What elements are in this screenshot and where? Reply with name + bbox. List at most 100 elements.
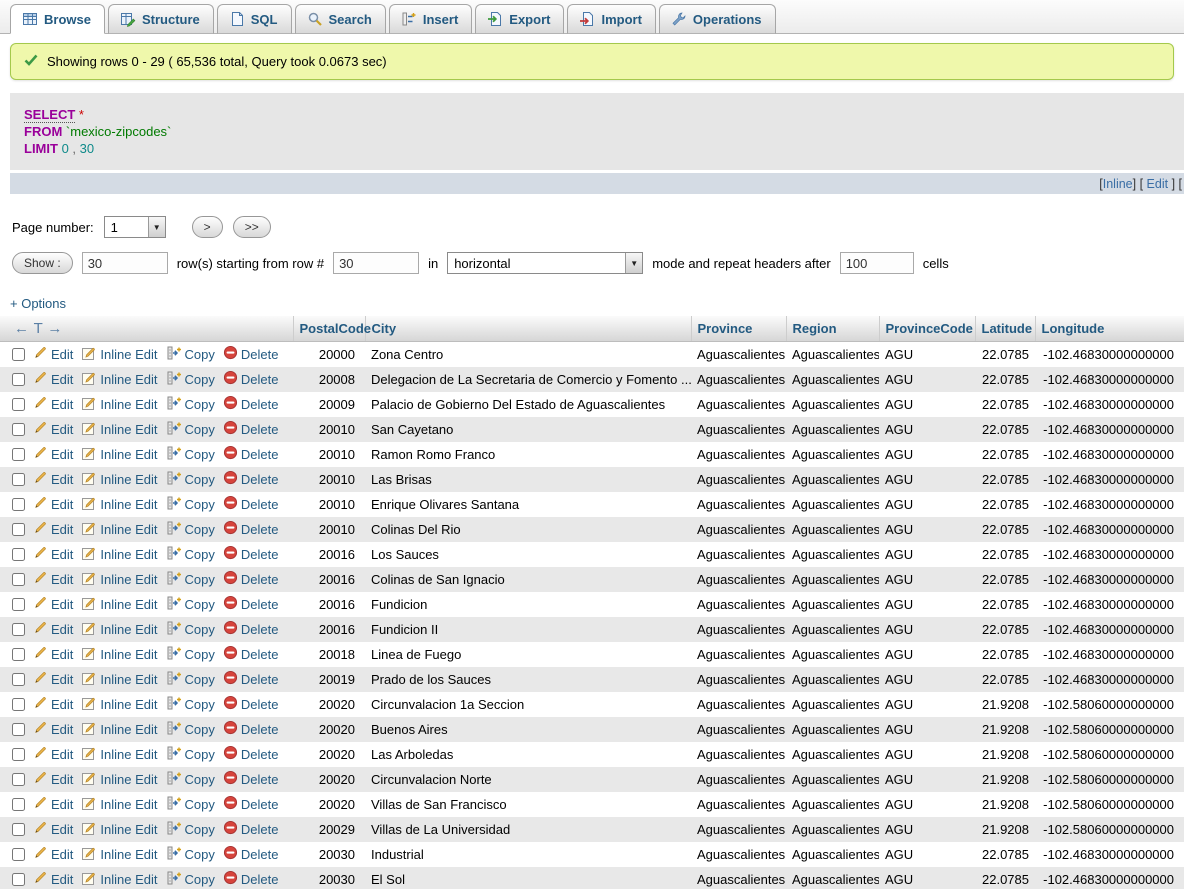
delete-link[interactable]: Delete [223,620,279,638]
inline-edit-link[interactable]: Inline Edit [81,570,157,589]
header-longitude[interactable]: Longitude [1035,316,1184,341]
inline-edit-link[interactable]: Inline Edit [81,620,157,639]
delete-link[interactable]: Delete [223,645,279,663]
inline-edit-link[interactable]: Inline Edit [81,395,157,414]
copy-link[interactable]: Copy [166,520,215,539]
delete-link[interactable]: Delete [223,345,279,363]
row-checkbox[interactable] [12,673,25,686]
tab-export[interactable]: Export [475,4,564,34]
edit-link[interactable]: Edit [33,720,73,738]
delete-link[interactable]: Delete [223,570,279,588]
row-checkbox[interactable] [12,723,25,736]
edit-link[interactable]: Edit [33,470,73,488]
copy-link[interactable]: Copy [166,720,215,739]
copy-link[interactable]: Copy [166,420,215,439]
swap-axis-icon[interactable]: T [34,320,44,337]
arrow-right-icon[interactable]: → [47,320,63,337]
tab-operations[interactable]: Operations [659,4,776,34]
edit-link[interactable]: Edit [33,795,73,813]
copy-link[interactable]: Copy [166,745,215,764]
copy-link[interactable]: Copy [166,870,215,889]
edit-link[interactable]: Edit [33,420,73,438]
last-page-button[interactable]: >> [233,216,271,238]
edit-link[interactable]: Edit [33,645,73,663]
inline-edit-link[interactable]: Inline Edit [81,520,157,539]
edit-link[interactable]: Edit [33,745,73,763]
delete-link[interactable]: Delete [223,595,279,613]
inline-edit-link[interactable]: Inline Edit [81,495,157,514]
header-region[interactable]: Region [786,316,879,341]
repeat-headers-input[interactable] [840,252,914,274]
row-checkbox[interactable] [12,548,25,561]
edit-link[interactable]: Edit [33,395,73,413]
edit-link[interactable]: Edit [33,845,73,863]
edit-link[interactable]: Edit [33,370,73,388]
copy-link[interactable]: Copy [166,795,215,814]
header-city[interactable]: City [365,316,691,341]
rows-count-input[interactable] [82,252,168,274]
tab-structure[interactable]: Structure [108,4,214,34]
delete-link[interactable]: Delete [223,470,279,488]
edit-link[interactable]: Edit [33,820,73,838]
edit-link[interactable]: Edit [33,695,73,713]
row-checkbox[interactable] [12,773,25,786]
edit-link[interactable]: Edit [33,520,73,538]
inline-edit-link[interactable]: Inline Edit [81,845,157,864]
delete-link[interactable]: Delete [223,845,279,863]
delete-link[interactable]: Delete [223,520,279,538]
inline-edit-link[interactable]: Inline Edit [81,745,157,764]
copy-link[interactable]: Copy [166,370,215,389]
edit-link[interactable]: Edit [33,495,73,513]
row-checkbox[interactable] [12,823,25,836]
options-toggle-link[interactable]: + Options [10,296,66,311]
inline-edit-link[interactable]: Inline Edit [81,445,157,464]
inline-edit-link[interactable]: Inline Edit [81,795,157,814]
edit-link[interactable]: Edit [33,620,73,638]
tab-search[interactable]: Search [295,4,386,34]
row-checkbox[interactable] [12,873,25,886]
row-checkbox[interactable] [12,473,25,486]
row-checkbox[interactable] [12,498,25,511]
delete-link[interactable]: Delete [223,870,279,888]
copy-link[interactable]: Copy [166,820,215,839]
inline-edit-link[interactable]: Inline Edit [81,720,157,739]
row-checkbox[interactable] [12,623,25,636]
row-checkbox[interactable] [12,373,25,386]
delete-link[interactable]: Delete [223,445,279,463]
delete-link[interactable]: Delete [223,720,279,738]
header-province[interactable]: Province [691,316,786,341]
tab-sql[interactable]: SQL [217,4,292,34]
copy-link[interactable]: Copy [166,845,215,864]
row-checkbox[interactable] [12,648,25,661]
show-button[interactable]: Show : [12,252,73,274]
copy-link[interactable]: Copy [166,620,215,639]
inline-edit-link[interactable]: Inline Edit [81,420,157,439]
copy-link[interactable]: Copy [166,670,215,689]
tab-browse[interactable]: Browse [10,4,105,34]
row-checkbox[interactable] [12,598,25,611]
copy-link[interactable]: Copy [166,570,215,589]
edit-link[interactable]: Edit [33,545,73,563]
copy-link[interactable]: Copy [166,695,215,714]
copy-link[interactable]: Copy [166,495,215,514]
copy-link[interactable]: Copy [166,445,215,464]
row-checkbox[interactable] [12,748,25,761]
row-checkbox[interactable] [12,848,25,861]
inline-edit-link[interactable]: Inline Edit [81,670,157,689]
inline-edit-link[interactable]: Inline Edit [81,470,157,489]
header-postalcode[interactable]: PostalCode [293,316,365,341]
start-row-input[interactable] [333,252,419,274]
delete-link[interactable]: Delete [223,545,279,563]
row-checkbox[interactable] [12,798,25,811]
header-provincecode[interactable]: ProvinceCode [879,316,975,341]
header-latitude[interactable]: Latitude [975,316,1035,341]
edit-query-link[interactable]: Edit [1147,177,1169,191]
row-checkbox[interactable] [12,348,25,361]
delete-link[interactable]: Delete [223,745,279,763]
row-checkbox[interactable] [12,698,25,711]
edit-link[interactable]: Edit [33,670,73,688]
copy-link[interactable]: Copy [166,470,215,489]
row-checkbox[interactable] [12,523,25,536]
copy-link[interactable]: Copy [166,770,215,789]
delete-link[interactable]: Delete [223,670,279,688]
